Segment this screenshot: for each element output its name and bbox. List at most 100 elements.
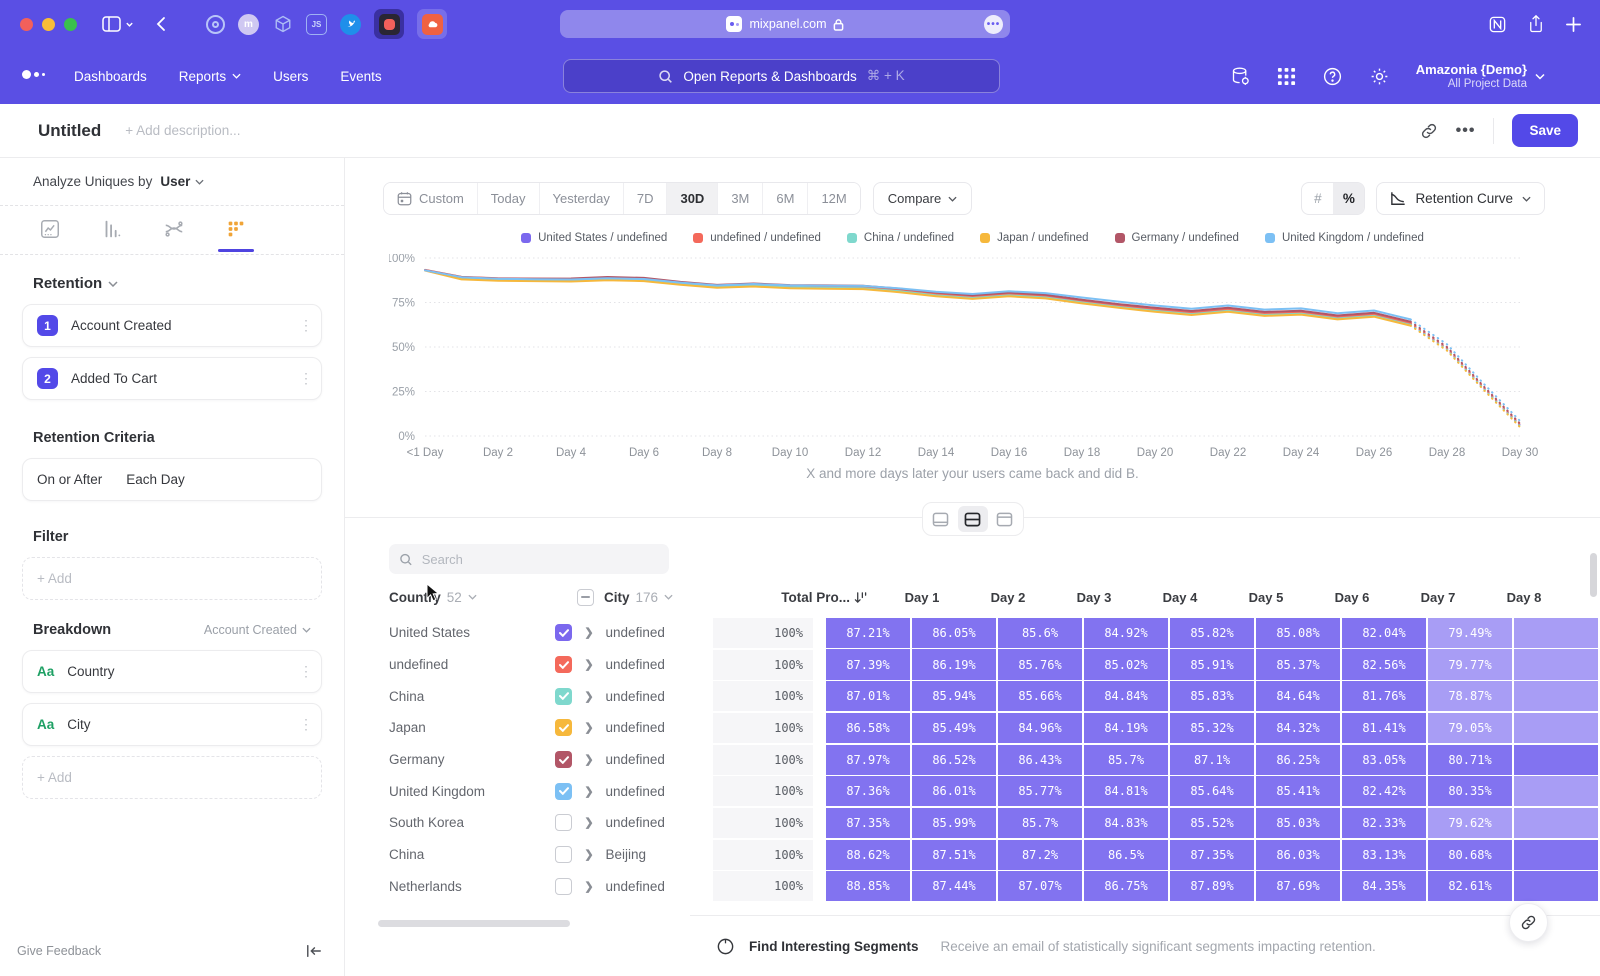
- retention-section-header[interactable]: Retention: [33, 275, 311, 292]
- retention-value-cell[interactable]: 87.36%: [826, 776, 910, 806]
- retention-criteria-control[interactable]: On or After Each Day: [22, 458, 322, 501]
- layout-split-button[interactable]: [958, 506, 988, 532]
- retention-value-cell[interactable]: 86.52%: [912, 745, 996, 775]
- apps-grid-icon[interactable]: [1277, 67, 1296, 86]
- retention-value-cell[interactable]: 85.64%: [1170, 776, 1254, 806]
- find-segments-label[interactable]: Find Interesting Segments: [749, 939, 919, 954]
- retention-value-cell[interactable]: 86.58%: [826, 713, 910, 743]
- retention-value-cell[interactable]: 82.61%: [1428, 871, 1512, 901]
- retention-value-cell[interactable]: 85.7%: [1084, 745, 1168, 775]
- retention-value-cell[interactable]: 85.76%: [998, 649, 1082, 679]
- column-total-profiles[interactable]: Total Pro...: [755, 590, 867, 605]
- retention-value-cell[interactable]: 84.35%: [1342, 871, 1426, 901]
- retention-value-cell[interactable]: 80.35%: [1428, 776, 1512, 806]
- retention-value-cell[interactable]: 79.62%: [1428, 808, 1512, 838]
- range-today[interactable]: Today: [478, 183, 540, 214]
- legend-item[interactable]: United Kingdom / undefined: [1265, 232, 1424, 244]
- expand-row-icon[interactable]: ❯: [584, 848, 593, 861]
- add-filter-button[interactable]: + Add: [22, 557, 322, 600]
- nav-events[interactable]: Events: [340, 69, 381, 84]
- page-settings-icon[interactable]: •••: [984, 15, 1003, 34]
- retention-value-cell[interactable]: 88.62%: [826, 840, 910, 870]
- horizontal-scrollbar[interactable]: [378, 920, 570, 927]
- series-checkbox[interactable]: [555, 656, 572, 673]
- step-added-to-cart[interactable]: 2 Added To Cart ⋮: [22, 357, 322, 400]
- m-favicon[interactable]: m: [238, 14, 259, 35]
- retention-value-cell[interactable]: 87.89%: [1170, 871, 1254, 901]
- retention-value-cell[interactable]: 85.6%: [998, 618, 1082, 648]
- table-search-input[interactable]: [422, 552, 659, 567]
- add-breakdown-button[interactable]: + Add: [22, 756, 322, 799]
- retention-value-cell[interactable]: 87.69%: [1256, 871, 1340, 901]
- copy-link-icon[interactable]: [1420, 122, 1438, 140]
- series-checkbox[interactable]: [555, 814, 572, 831]
- address-bar[interactable]: mixpanel.com •••: [560, 10, 1010, 38]
- retention-value-cell[interactable]: 79.77%: [1428, 649, 1512, 679]
- range-custom[interactable]: Custom: [384, 183, 478, 214]
- js-favicon[interactable]: JS: [306, 14, 327, 35]
- data-management-icon[interactable]: [1230, 66, 1251, 87]
- series-checkbox[interactable]: [555, 878, 572, 895]
- retention-value-cell[interactable]: 87.35%: [826, 808, 910, 838]
- report-title[interactable]: Untitled: [38, 121, 101, 141]
- record-favicon[interactable]: [374, 9, 404, 39]
- column-day-5[interactable]: Day 5: [1224, 590, 1308, 605]
- compare-button[interactable]: Compare: [873, 182, 972, 215]
- expand-row-icon[interactable]: ❯: [584, 658, 593, 671]
- expand-row-icon[interactable]: ❯: [584, 785, 593, 798]
- retention-value-cell[interactable]: 85.77%: [998, 776, 1082, 806]
- retention-value-cell[interactable]: 87.39%: [826, 649, 910, 679]
- retention-value-cell[interactable]: 85.41%: [1256, 776, 1340, 806]
- layout-table-only-button[interactable]: [990, 506, 1020, 532]
- retention-value-cell[interactable]: 81.76%: [1342, 681, 1426, 711]
- cloud-favicon[interactable]: [417, 9, 447, 39]
- retention-value-cell[interactable]: 84.19%: [1084, 713, 1168, 743]
- share-icon[interactable]: [1527, 14, 1545, 34]
- column-country[interactable]: Country 52: [389, 590, 577, 605]
- range-3m[interactable]: 3M: [718, 183, 763, 214]
- save-button[interactable]: Save: [1512, 114, 1578, 147]
- expand-row-icon[interactable]: ❯: [584, 753, 593, 766]
- column-day-8[interactable]: Day 8: [1482, 590, 1566, 605]
- retention-value-cell[interactable]: 86.75%: [1084, 871, 1168, 901]
- column-day-1[interactable]: Day 1: [880, 590, 964, 605]
- share-link-floating-button[interactable]: [1509, 903, 1548, 942]
- nav-reports[interactable]: Reports: [179, 69, 241, 84]
- percent-values-toggle[interactable]: %: [1333, 183, 1364, 214]
- column-city[interactable]: City 176: [577, 589, 755, 606]
- range-30d[interactable]: 30D: [667, 183, 718, 214]
- expand-row-icon[interactable]: ❯: [584, 880, 593, 893]
- series-checkbox[interactable]: [555, 719, 572, 736]
- column-day-7[interactable]: Day 7: [1396, 590, 1480, 605]
- criteria-on-or-after[interactable]: On or After: [37, 472, 102, 487]
- retention-value-cell[interactable]: 85.32%: [1170, 713, 1254, 743]
- retention-value-cell[interactable]: 79.05%: [1428, 713, 1512, 743]
- back-button[interactable]: [156, 16, 166, 32]
- retention-value-cell[interactable]: 87.44%: [912, 871, 996, 901]
- retention-value-cell[interactable]: 86.05%: [912, 618, 996, 648]
- retention-value-cell[interactable]: 86.25%: [1256, 745, 1340, 775]
- retention-value-cell[interactable]: 86.03%: [1256, 840, 1340, 870]
- retention-value-cell[interactable]: 87.35%: [1170, 840, 1254, 870]
- expand-row-icon[interactable]: ❯: [584, 721, 593, 734]
- nav-dashboards[interactable]: Dashboards: [74, 69, 147, 84]
- retention-value-cell[interactable]: 84.96%: [998, 713, 1082, 743]
- breakdown-country[interactable]: Aa Country ⋮: [22, 650, 322, 693]
- breakdown-menu-button[interactable]: ⋮: [299, 722, 309, 727]
- retention-value-cell[interactable]: 85.66%: [998, 681, 1082, 711]
- global-search[interactable]: Open Reports & Dashboards ⌘ + K: [563, 59, 1000, 93]
- column-day-6[interactable]: Day 6: [1310, 590, 1394, 605]
- retention-value-cell[interactable]: 85.03%: [1256, 808, 1340, 838]
- step-account-created[interactable]: 1 Account Created ⋮: [22, 304, 322, 347]
- step-menu-button[interactable]: ⋮: [299, 376, 309, 381]
- retention-value-cell[interactable]: 83.13%: [1342, 840, 1426, 870]
- layout-chart-only-button[interactable]: [926, 506, 956, 532]
- nav-users[interactable]: Users: [273, 69, 308, 84]
- retention-value-cell[interactable]: 87.1%: [1170, 745, 1254, 775]
- retention-value-cell[interactable]: 86.5%: [1084, 840, 1168, 870]
- analyze-value-dropdown[interactable]: User: [160, 174, 190, 189]
- retention-value-cell[interactable]: 80.68%: [1428, 840, 1512, 870]
- retention-value-cell[interactable]: 82.04%: [1342, 618, 1426, 648]
- retention-value-cell[interactable]: 81.41%: [1342, 713, 1426, 743]
- expand-row-icon[interactable]: ❯: [584, 816, 593, 829]
